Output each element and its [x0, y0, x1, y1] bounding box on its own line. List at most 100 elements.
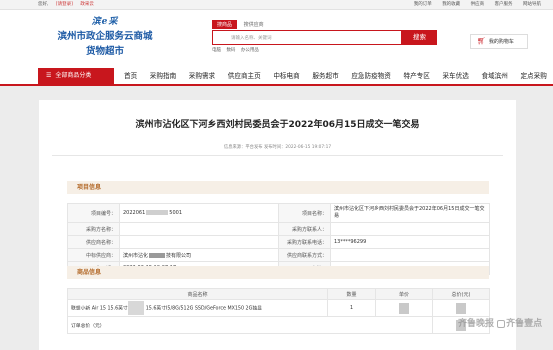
project-number-part: 2022061 [123, 210, 146, 216]
site-header: 滨e采 滨州市政企服务云商城 货物超市 搜商品 搜供应商 请输入名称、关键词 搜… [0, 10, 553, 68]
project-section-header: 项目信息 [67, 181, 489, 194]
search-tabs: 搜商品 搜供应商 [212, 20, 434, 29]
col-total-price: 总价(元) [432, 288, 490, 300]
page-title: 滨州市沾化区下河乡西刘村民委员会于2022年06月15日成交一笔交易 [135, 120, 420, 130]
table-row: 中标供应商： 滨州市沾化 技有限公司 供应商联系方式： [67, 248, 490, 262]
my-favorites-link[interactable]: 我的收藏 [442, 2, 460, 7]
login-area: 您好, [请登录] 政采云 [38, 1, 100, 7]
redaction [127, 301, 144, 315]
goods-section-header: 商品信息 [67, 266, 489, 279]
winning-supplier-label: 中标供应商： [67, 248, 120, 262]
project-name-value: 滨州市沾化区下河乡西刘村民委员会于2022年06月15日成交一笔交易 [330, 203, 490, 223]
total-price-cell [432, 299, 490, 317]
main-nav: ☰ 全部商品分类 首页 采购指南 采购需求 供应商主页 中标电商 服务超市 应急防… [0, 68, 553, 86]
purchaser-name-label: 采购方名称： [67, 222, 120, 236]
project-number-value: 2022061 5001 [119, 203, 279, 223]
table-row: 供应商名称： 采购方联系电话： 13****96299 [67, 235, 490, 249]
cart-icon: 🛒︎ [477, 37, 486, 45]
project-number-part: 5001 [169, 210, 183, 216]
purchaser-contact-label: 采购方联系人： [278, 222, 331, 236]
hot-keyword[interactable]: 办公用品 [241, 48, 259, 53]
purchaser-phone-label: 采购方联系电话： [278, 235, 331, 249]
purchaser-name-value [119, 222, 279, 236]
purchaser-contact-value [330, 222, 490, 236]
redaction [146, 210, 169, 215]
project-number-label: 项目编号： [67, 203, 120, 223]
nav-item-supplier-home[interactable]: 供应商主页 [228, 68, 261, 84]
supplier-link[interactable]: 供应商 [471, 2, 485, 7]
redaction [149, 252, 166, 258]
hot-keyword[interactable]: 电脑 [212, 48, 221, 53]
supplier-name-label: 供应商名称： [67, 235, 120, 249]
project-name-label: 项目名称： [278, 203, 331, 223]
watermark-text: 齐鲁壹点 [506, 319, 543, 329]
nav-item-service-market[interactable]: 服务超市 [312, 68, 338, 84]
search-input[interactable]: 请输入名称、关键词 [212, 30, 402, 45]
nav-item-demand[interactable]: 采购需求 [189, 68, 215, 84]
purchaser-phone-value: 13****96299 [330, 235, 490, 249]
customer-service-link[interactable]: 客户服务 [495, 2, 513, 7]
table-header-row: 商品名称 数量 单价 总价(元) [67, 288, 490, 300]
col-unit-price: 单价 [375, 288, 433, 300]
site-logo[interactable]: 滨e采 滨州市政企服务云商城 货物超市 [50, 14, 160, 57]
winning-supplier-part: 技有限公司 [166, 252, 192, 259]
tab-search-suppliers[interactable]: 搜供应商 [239, 20, 269, 29]
supplier-contact-value [330, 248, 490, 262]
search-placeholder: 请输入名称、关键词 [231, 36, 272, 41]
watermark-text: 齐鲁晚报 [458, 319, 495, 329]
publish-meta: 信息来源：平台发布 发布时间：2022-06-15 19:07:17 [223, 145, 332, 150]
cart-button[interactable]: 🛒︎ 我的购物车 [470, 34, 528, 49]
nav-item-food[interactable]: 食域滨州 [481, 68, 507, 84]
all-categories-label: 全部商品分类 [55, 72, 92, 79]
supplier-contact-label: 供应商联系方式： [278, 248, 331, 262]
search-button[interactable]: 搜索 [402, 30, 437, 45]
top-utility-bar: 您好, [请登录] 政采云 我的订单 我的收藏 供应商 客户服务 网站导航 [0, 0, 553, 10]
login-link[interactable]: [请登录] [56, 2, 73, 7]
watermark: 齐鲁晚报 齐鲁壹点 [458, 316, 542, 329]
nav-item-cars[interactable]: 采车优选 [442, 68, 468, 84]
hot-keywords: 电脑 数码 办公用品 [212, 47, 434, 53]
logo-title: 滨州市政企服务云商城 [57, 31, 153, 42]
nav-item-home[interactable]: 首页 [124, 68, 137, 84]
watermark-logo-icon [497, 319, 506, 328]
goods-table: 商品名称 数量 单价 总价(元) 联想小新 Air 15 15.6英寸 15.6英… [67, 288, 490, 334]
project-info-table: 项目编号： 2022061 5001 项目名称： 滨州市沾化区下河乡西刘村民委员会… [67, 203, 490, 275]
redaction [399, 302, 409, 314]
winning-supplier-value: 滨州市沾化 技有限公司 [119, 248, 279, 262]
goods-name-cell[interactable]: 联想小新 Air 15 15.6英寸 15.6英寸I5/8G/512G SSD/G… [67, 299, 328, 317]
nav-item-emergency[interactable]: 应急防疫物资 [351, 68, 391, 84]
nav-item-designated[interactable]: 定点采购 [520, 68, 546, 84]
col-quantity: 数量 [327, 288, 376, 300]
nav-items: 首页 采购指南 采购需求 供应商主页 中标电商 服务超市 应急防疫物资 特产专区… [124, 68, 553, 84]
quantity-cell: 1 [327, 299, 376, 317]
nav-item-guide[interactable]: 采购指南 [150, 68, 176, 84]
nav-item-specialty[interactable]: 特产专区 [403, 68, 429, 84]
table-row: 订单总价（元） [67, 316, 490, 334]
goods-name-part: 联想小新 Air 15 15.6英寸 [71, 306, 128, 312]
col-goods-name: 商品名称 [67, 288, 328, 300]
transaction-card: 滨州市沾化区下河乡西刘村民委员会于2022年06月15日成交一笔交易 信息来源：… [39, 100, 516, 350]
tab-search-goods[interactable]: 搜商品 [212, 20, 238, 29]
site-nav-link[interactable]: 网站导航 [523, 2, 541, 7]
table-row: 联想小新 Air 15 15.6英寸 15.6英寸I5/8G/512G SSD/G… [67, 299, 490, 317]
winning-supplier-part: 滨州市沾化 [123, 252, 149, 259]
table-row: 采购方名称： 采购方联系人： [67, 222, 490, 236]
all-categories-button[interactable]: ☰ 全部商品分类 [38, 68, 114, 84]
greeting-text: 您好, [38, 2, 49, 7]
order-total-label: 订单总价（元） [67, 316, 433, 334]
divider [52, 155, 503, 156]
menu-icon: ☰ [46, 72, 52, 79]
my-orders-link[interactable]: 我的订单 [414, 2, 432, 7]
shop-login-link[interactable]: 政采云 [80, 2, 94, 7]
nav-item-ecommerce[interactable]: 中标电商 [273, 68, 299, 84]
search-area: 搜商品 搜供应商 请输入名称、关键词 搜索 电脑 数码 办公用品 [212, 20, 437, 53]
hot-keyword[interactable]: 数码 [226, 48, 235, 53]
cart-label: 我的购物车 [488, 39, 514, 45]
supplier-name-value [119, 235, 279, 249]
goods-name-part: 15.6英寸I5/8G/512G SSD/GeForce MX150 2G独显 [145, 306, 262, 312]
redaction [456, 302, 466, 314]
table-row: 项目编号： 2022061 5001 项目名称： 滨州市沾化区下河乡西刘村民委员会… [67, 203, 490, 223]
unit-price-cell [375, 299, 433, 317]
logo-subtitle: 货物超市 [85, 46, 124, 57]
top-links: 我的订单 我的收藏 供应商 客户服务 网站导航 [405, 1, 541, 7]
